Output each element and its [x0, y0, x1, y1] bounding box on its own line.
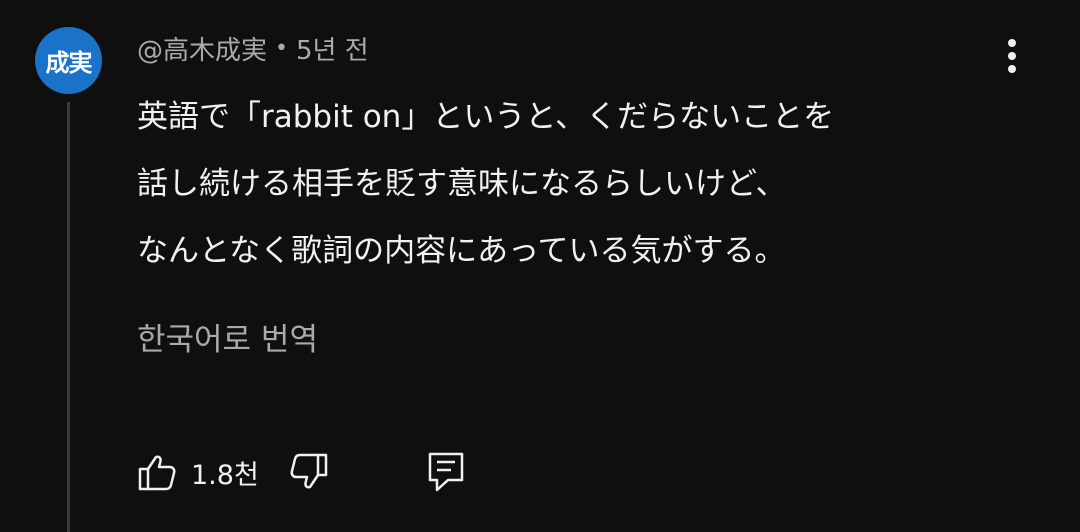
header-separator: • — [275, 35, 288, 61]
more-vert-icon — [1008, 39, 1016, 73]
avatar-initials: 成実 — [45, 49, 93, 77]
reply-button[interactable] — [427, 450, 465, 494]
more-options-button[interactable] — [990, 34, 1034, 78]
author-handle[interactable]: @高木成実 — [137, 30, 267, 67]
like-button[interactable]: 1.8천 — [137, 450, 259, 494]
thumb-down-icon — [290, 453, 328, 489]
comment-body: 英語で「rabbit on」というと、くだらないことを 話し続ける相手を貶す意味… — [137, 84, 1037, 285]
translate-link[interactable]: 한국어로 번역 — [137, 314, 318, 359]
like-count: 1.8천 — [191, 459, 259, 491]
comment-icon — [428, 452, 464, 492]
dislike-button[interactable] — [289, 450, 329, 494]
thumb-up-icon — [138, 455, 176, 491]
comment-line: 英語で「rabbit on」というと、くだらないことを — [137, 99, 835, 135]
thread-line — [67, 102, 70, 532]
comment-timestamp[interactable]: 5년 전 — [296, 30, 369, 67]
comment-header: @高木成実 • 5년 전 — [137, 30, 369, 66]
avatar[interactable]: 成実 — [35, 27, 102, 94]
comment-line: なんとなく歌詞の内容にあっている気がする。 — [137, 233, 786, 269]
comment-line: 話し続ける相手を貶す意味になるらしいけど、 — [137, 166, 787, 202]
comment-actions: 1.8천 — [137, 450, 465, 494]
